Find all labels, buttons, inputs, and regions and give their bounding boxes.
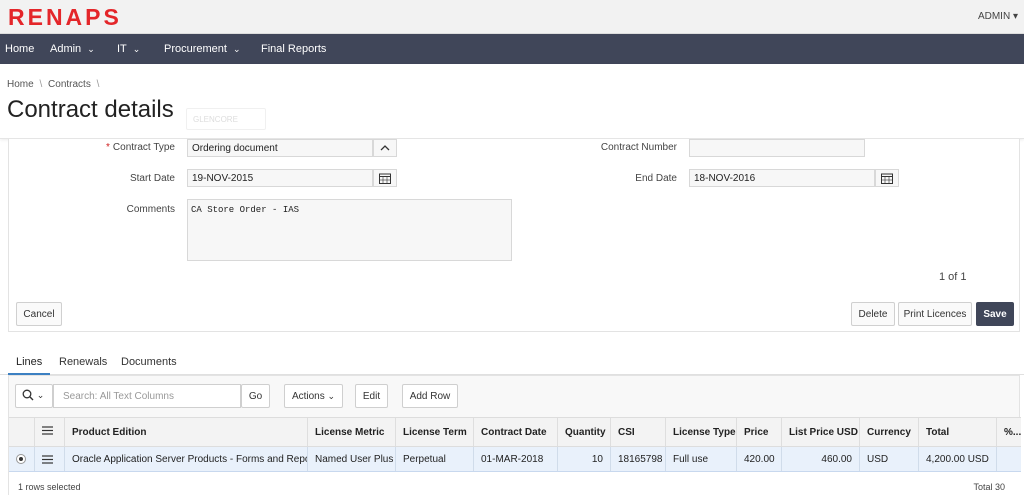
tab-lines[interactable]: Lines xyxy=(16,356,42,368)
total-count: Total 30 xyxy=(973,482,1005,492)
chevron-down-icon: ⌄ xyxy=(327,391,336,401)
column-header[interactable]: CSI xyxy=(611,418,666,446)
column-header[interactable]: Contract Date xyxy=(474,418,558,446)
column-header[interactable]: Quantity xyxy=(558,418,611,446)
page-title: Contract details xyxy=(7,96,174,123)
end-date-label: End Date xyxy=(635,173,677,184)
column-header[interactable]: Price xyxy=(737,418,782,446)
add-row-button[interactable]: Add Row xyxy=(402,384,458,408)
chevron-down-icon: ⌄ xyxy=(36,390,45,400)
detail-tabs: Lines Renewals Documents xyxy=(0,348,1024,375)
end-date-picker[interactable] xyxy=(875,169,899,187)
cell-quantity[interactable]: 10 xyxy=(558,447,611,471)
calendar-icon xyxy=(379,173,391,184)
search-icon xyxy=(22,389,34,401)
contract-type-label: * Contract Type xyxy=(106,142,175,153)
svg-text:RENAPS: RENAPS xyxy=(8,6,122,28)
column-header[interactable]: Total xyxy=(919,418,997,446)
delete-button[interactable]: Delete xyxy=(851,302,895,326)
header-actions-column xyxy=(35,418,65,446)
calendar-icon xyxy=(881,173,893,184)
logo-icon: RENAPS xyxy=(8,4,122,30)
table-row[interactable]: Oracle Application Server Products - For… xyxy=(9,447,1021,472)
breadcrumb-home[interactable]: Home xyxy=(7,79,34,90)
start-date-picker[interactable] xyxy=(373,169,397,187)
start-date-label: Start Date xyxy=(129,173,175,184)
ghost-button[interactable]: GLENCORE xyxy=(186,108,266,130)
cell-license-term[interactable]: Perpetual xyxy=(396,447,474,471)
cell-license-metric[interactable]: Named User Plus xyxy=(308,447,396,471)
chevron-down-icon: ⌄ xyxy=(132,44,141,54)
edit-button[interactable]: Edit xyxy=(355,384,388,408)
row-actions-button[interactable] xyxy=(35,447,65,471)
cell-csi[interactable]: 18165798 xyxy=(611,447,666,471)
start-date-input[interactable]: 19-NOV-2015 xyxy=(187,169,373,187)
save-button[interactable]: Save xyxy=(976,302,1014,326)
contract-number-input[interactable] xyxy=(689,139,865,157)
column-header[interactable]: %... xyxy=(997,418,1021,446)
user-menu[interactable]: ADMIN ▾ xyxy=(978,11,1018,22)
renaps-logo[interactable]: RENAPS xyxy=(8,4,150,31)
nav-item-home[interactable]: Home xyxy=(5,43,34,55)
search-column-selector[interactable]: ⌄ xyxy=(15,384,53,408)
nav-item-it[interactable]: IT ⌄ xyxy=(117,43,140,55)
cell-total[interactable]: 4,200.00 USD xyxy=(919,447,997,471)
main-nav: Home Admin ⌄ IT ⌄ Procurement ⌄ Final Repor… xyxy=(0,34,1024,64)
grid-header: Product Edition License Metric License T… xyxy=(9,417,1021,447)
contract-type-toggle[interactable] xyxy=(373,139,397,157)
tab-renewals[interactable]: Renewals xyxy=(59,356,107,368)
cell-list-price-usd[interactable]: 460.00 xyxy=(782,447,860,471)
cancel-button[interactable]: Cancel xyxy=(16,302,62,326)
end-date-input[interactable]: 18-NOV-2016 xyxy=(689,169,875,187)
chevron-up-icon xyxy=(380,145,390,151)
lines-grid: ⌄ Search: All Text Columns Go Actions ⌄ … xyxy=(8,375,1021,495)
column-header[interactable]: License Metric xyxy=(308,418,396,446)
cell-product-edition[interactable]: Oracle Application Server Products - For… xyxy=(65,447,308,471)
comments-label: Comments xyxy=(126,204,175,215)
user-menu-label: ADMIN xyxy=(977,11,1011,22)
nav-item-admin[interactable]: Admin ⌄ xyxy=(50,43,95,55)
caret-down-icon: ▾ xyxy=(1012,11,1018,22)
comments-textarea[interactable]: CA Store Order - IAS xyxy=(187,199,512,261)
column-header[interactable]: Currency xyxy=(860,418,919,446)
contract-number-label: Contract Number xyxy=(600,142,677,153)
chevron-down-icon: ⌄ xyxy=(87,44,95,54)
cell-contract-date[interactable]: 01-MAR-2018 xyxy=(474,447,558,471)
radio-selected-icon xyxy=(16,454,26,464)
required-marker: * xyxy=(106,142,110,153)
breadcrumb-contracts[interactable]: Contracts xyxy=(48,79,91,90)
rows-selected-count: 1 rows selected xyxy=(18,482,81,492)
search-input[interactable]: Search: All Text Columns xyxy=(53,384,241,408)
chevron-down-icon: ⌄ xyxy=(232,44,241,54)
tab-documents[interactable]: Documents xyxy=(121,356,177,368)
top-bar: RENAPS ADMIN ▾ xyxy=(0,0,1024,34)
nav-item-final-reports[interactable]: Final Reports xyxy=(261,43,326,55)
cell-pct[interactable] xyxy=(997,447,1021,471)
row-select-radio[interactable] xyxy=(9,447,35,471)
menu-icon xyxy=(42,455,53,464)
go-button[interactable]: Go xyxy=(241,384,270,408)
column-header[interactable]: Product Edition xyxy=(65,418,308,446)
breadcrumb: Home \ Contracts \ xyxy=(7,79,100,90)
cell-currency[interactable]: USD xyxy=(860,447,919,471)
column-header[interactable]: License Type xyxy=(666,418,737,446)
print-licences-button[interactable]: Print Licences xyxy=(898,302,972,326)
column-header[interactable]: List Price USD xyxy=(782,418,860,446)
actions-menu-button[interactable]: Actions ⌄ xyxy=(284,384,343,408)
contract-type-select[interactable]: Ordering document xyxy=(187,139,373,157)
contract-form: * Contract Type Ordering document Contrac… xyxy=(8,139,1020,332)
pagination-info: 1 of 1 xyxy=(939,271,967,283)
cell-price[interactable]: 420.00 xyxy=(737,447,782,471)
column-header[interactable]: License Term xyxy=(396,418,474,446)
header-select-column xyxy=(9,418,35,446)
page-header: Home \ Contracts \ Contract details GLEN… xyxy=(0,64,1024,139)
menu-icon xyxy=(42,426,53,435)
nav-item-procurement[interactable]: Procurement ⌄ xyxy=(164,43,241,55)
grid-footer xyxy=(9,472,1021,495)
cell-license-type[interactable]: Full use xyxy=(666,447,737,471)
